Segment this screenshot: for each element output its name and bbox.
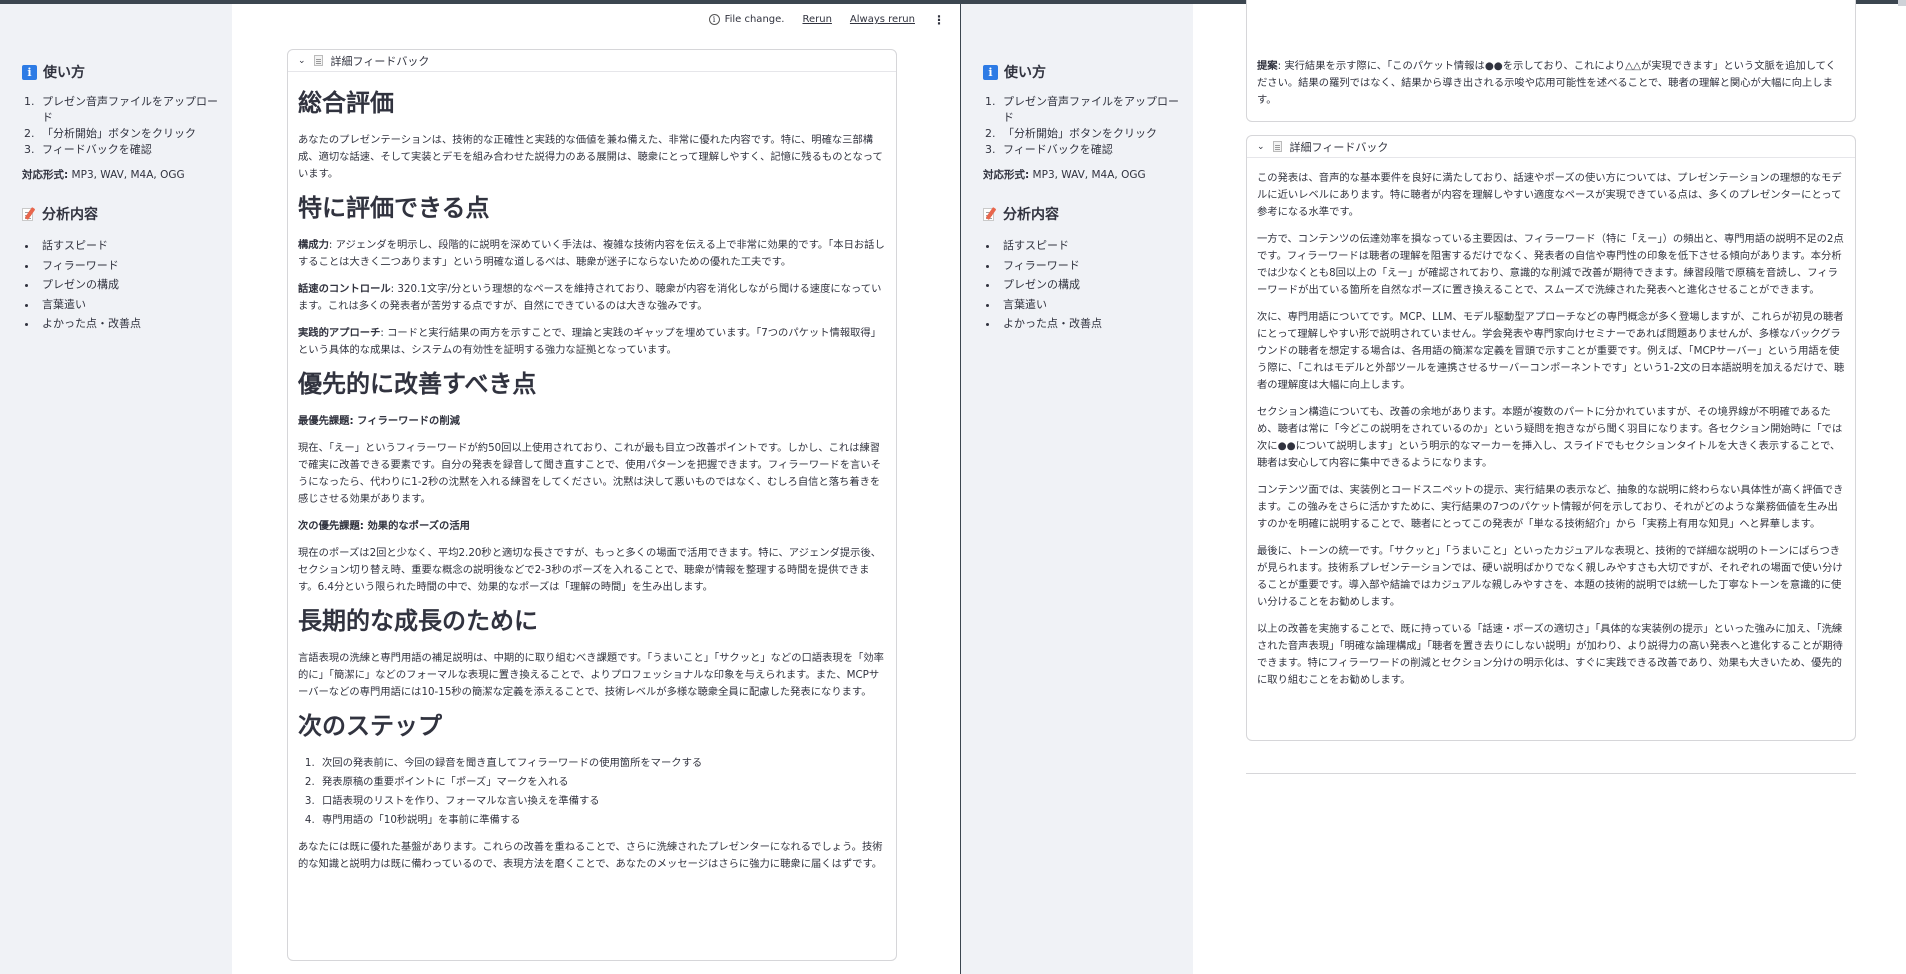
next-steps-list: 次回の発表前に、今回の録音を聞き直してフィラーワードの使用箇所をマークする 発表…	[318, 755, 886, 829]
analysis-item: 言葉遣い	[999, 295, 1193, 315]
expander-title: 詳細フィードバック	[1289, 140, 1389, 154]
howto-step: プレゼン音声ファイルをアップロード	[38, 94, 223, 126]
howto-title: 使い方	[43, 65, 85, 81]
heading-improvements: 優先的に改善すべき点	[298, 370, 537, 398]
heading-strengths: 特に評価できる点	[298, 194, 490, 222]
howto-step: フィードバックを確認	[38, 142, 223, 158]
heading-next-steps: 次のステップ	[298, 712, 442, 740]
right-window: i 使い方 プレゼン音声ファイルをアップロード 「分析開始」ボタンをクリック フ…	[961, 0, 1906, 974]
suggestion-card: 提案: 実行結果を示す際に、「このパケット情報は●●を示しており、これにより△△…	[1246, 0, 1856, 122]
formats-value: MP3, WAV, M4A, OGG	[1032, 169, 1146, 181]
strength-structure: 構成力: アジェンダを明示し、段階的に説明を深めていく手法は、複雑な技術内容を伝…	[298, 239, 885, 268]
feedback-paragraph: セクション構造についても、改善の余地があります。本題が複数のパートに分かれていま…	[1257, 406, 1843, 469]
chevron-down-icon: ⌄	[298, 55, 306, 66]
analysis-item: プレゼンの構成	[38, 275, 232, 295]
improvement-2-title: 次の優先課題: 効果的なポーズの活用	[298, 520, 470, 532]
chevron-down-icon: ⌄	[1257, 141, 1265, 152]
analysis-title: 分析内容	[1003, 207, 1059, 223]
analysis-item: 話すスピード	[999, 236, 1193, 256]
analysis-item: 話すスピード	[38, 236, 232, 256]
suggestion-text: 提案: 実行結果を示す際に、「このパケット情報は●●を示しており、これにより△△…	[1257, 60, 1836, 106]
analysis-heading: 分析内容	[983, 204, 1193, 224]
howto-heading: i 使い方	[983, 62, 1193, 82]
howto-title: 使い方	[1004, 65, 1046, 81]
paragraph-growth: 言語表現の洗練と専門用語の補足説明は、中期的に取り組むべき課題です。「うまいこと…	[298, 652, 884, 698]
analysis-heading: 分析内容	[22, 204, 232, 224]
app-toolbar: i File change. Rerun Always rerun ⋮	[708, 14, 945, 26]
paragraph-overall: あなたのプレゼンテーションは、技術的な正確性と実践的な価値を兼ね備えた、非常に優…	[298, 134, 883, 180]
howto-heading: i 使い方	[22, 62, 232, 82]
left-window: i 使い方 プレゼン音声ファイルをアップロード 「分析開始」ボタンをクリック フ…	[0, 0, 960, 974]
feedback-paragraph: 以上の改善を実施することで、既に持っている「話速・ポーズの適切さ」「具体的な実装…	[1257, 623, 1843, 686]
expander-title: 詳細フィードバック	[330, 54, 430, 68]
howto-step: フィードバックを確認	[999, 142, 1184, 158]
howto-steps: プレゼン音声ファイルをアップロード 「分析開始」ボタンをクリック フィードバック…	[38, 94, 232, 158]
info-circle-icon: i	[708, 14, 720, 25]
suggestion-body: 提案: 実行結果を示す際に、「このパケット情報は●●を示しており、これにより△△…	[1247, 0, 1855, 109]
memo-icon	[983, 206, 997, 222]
document-icon	[313, 55, 323, 66]
analysis-item: 言葉遣い	[38, 295, 232, 315]
expander-header[interactable]: ⌄ 詳細フィードバック	[288, 50, 896, 72]
howto-step: 「分析開始」ボタンをクリック	[999, 126, 1184, 142]
rerun-button[interactable]: Rerun	[802, 14, 831, 25]
info-icon: i	[983, 64, 998, 80]
formats-label: 対応形式:	[22, 169, 69, 181]
detail-feedback-expander: ⌄ 詳細フィードバック この発表は、音声的な基本要件を良好に満たしており、話速や…	[1246, 135, 1856, 741]
analysis-item: プレゼンの構成	[999, 275, 1193, 295]
sidebar: i 使い方 プレゼン音声ファイルをアップロード 「分析開始」ボタンをクリック フ…	[961, 4, 1193, 974]
improvement-1-text: 現在、「えー」というフィラーワードが約50回以上使用されており、これが最も目立つ…	[298, 442, 881, 505]
howto-step: プレゼン音声ファイルをアップロード	[999, 94, 1184, 126]
feedback-paragraph: コンテンツ面では、実装例とコードスニペットの提示、実行結果の表示など、抽象的な説…	[1257, 484, 1844, 530]
file-change-text: File change.	[724, 14, 785, 25]
formats-value: MP3, WAV, M4A, OGG	[71, 169, 185, 181]
expander-body: 総合評価 あなたのプレゼンテーションは、技術的な正確性と実践的な価値を兼ね備えた…	[288, 72, 896, 873]
heading-growth: 長期的な成長のために	[298, 607, 538, 635]
feedback-paragraph: 次に、専門用語についてです。MCP、LLM、モデル駆動型アプローチなどの専門概念…	[1257, 311, 1845, 391]
file-change-status: i File change.	[708, 14, 785, 25]
supported-formats: 対応形式: MP3, WAV, M4A, OGG	[22, 167, 232, 182]
strength-practical: 実践的アプローチ: コードと実行結果の両方を示すことで、理論と実践のギャップを埋…	[298, 327, 882, 356]
heading-overall: 総合評価	[298, 89, 394, 117]
expander-header[interactable]: ⌄ 詳細フィードバック	[1247, 136, 1855, 158]
next-step-item: 発表原稿の重要ポイントに「ポーズ」マークを入れる	[318, 774, 886, 791]
feedback-paragraph: 最後に、トーンの統一です。「サクッと」「うまいこと」といったカジュアルな表現と、…	[1257, 545, 1843, 608]
feedback-paragraph: 一方で、コンテンツの伝達効率を損なっている主要因は、フィラーワード（特に「えー」…	[1257, 233, 1844, 296]
main-menu-icon[interactable]: ⋮	[933, 14, 945, 26]
howto-step: 「分析開始」ボタンをクリック	[38, 126, 223, 142]
supported-formats: 対応形式: MP3, WAV, M4A, OGG	[983, 167, 1193, 182]
improvement-1-title: 最優先課題: フィラーワードの削減	[298, 415, 460, 427]
always-rerun-button[interactable]: Always rerun	[850, 14, 915, 25]
analysis-item: フィラーワード	[38, 256, 232, 276]
document-icon	[1272, 141, 1282, 152]
formats-label: 対応形式:	[983, 169, 1030, 181]
analysis-item: フィラーワード	[999, 256, 1193, 276]
divider	[1246, 773, 1856, 774]
memo-icon	[22, 206, 36, 222]
analysis-item: よかった点・改善点	[999, 314, 1193, 334]
paragraph-closing: あなたには既に優れた基盤があります。これらの改善を重ねることで、さらに洗練された…	[298, 841, 883, 870]
next-step-item: 口語表現のリストを作り、フォーマルな言い換えを準備する	[318, 793, 886, 810]
info-icon: i	[22, 64, 37, 80]
analysis-title: 分析内容	[42, 207, 98, 223]
improvement-2-text: 現在のポーズは2回と少なく、平均2.20秒と適切な長さですが、もっと多くの場面で…	[298, 547, 882, 593]
analysis-list: 話すスピード フィラーワード プレゼンの構成 言葉遣い よかった点・改善点	[38, 236, 232, 334]
howto-steps: プレゼン音声ファイルをアップロード 「分析開始」ボタンをクリック フィードバック…	[999, 94, 1193, 158]
expander-body: この発表は、音声的な基本要件を良好に満たしており、話速やポーズの使い方については…	[1247, 158, 1855, 689]
analysis-list: 話すスピード フィラーワード プレゼンの構成 言葉遣い よかった点・改善点	[999, 236, 1193, 334]
feedback-paragraph: この発表は、音声的な基本要件を良好に満たしており、話速やポーズの使い方については…	[1257, 172, 1842, 218]
sidebar: i 使い方 プレゼン音声ファイルをアップロード 「分析開始」ボタンをクリック フ…	[0, 4, 232, 974]
next-step-item: 専門用語の「10秒説明」を事前に準備する	[318, 812, 886, 829]
analysis-item: よかった点・改善点	[38, 314, 232, 334]
detail-feedback-expander: ⌄ 詳細フィードバック 総合評価 あなたのプレゼンテーションは、技術的な正確性と…	[287, 49, 897, 961]
strength-pace: 話速のコントロール: 320.1文字/分という理想的なペースを維持されており、聴…	[298, 283, 882, 312]
scrollbar[interactable]	[1898, 0, 1906, 6]
next-step-item: 次回の発表前に、今回の録音を聞き直してフィラーワードの使用箇所をマークする	[318, 755, 886, 772]
